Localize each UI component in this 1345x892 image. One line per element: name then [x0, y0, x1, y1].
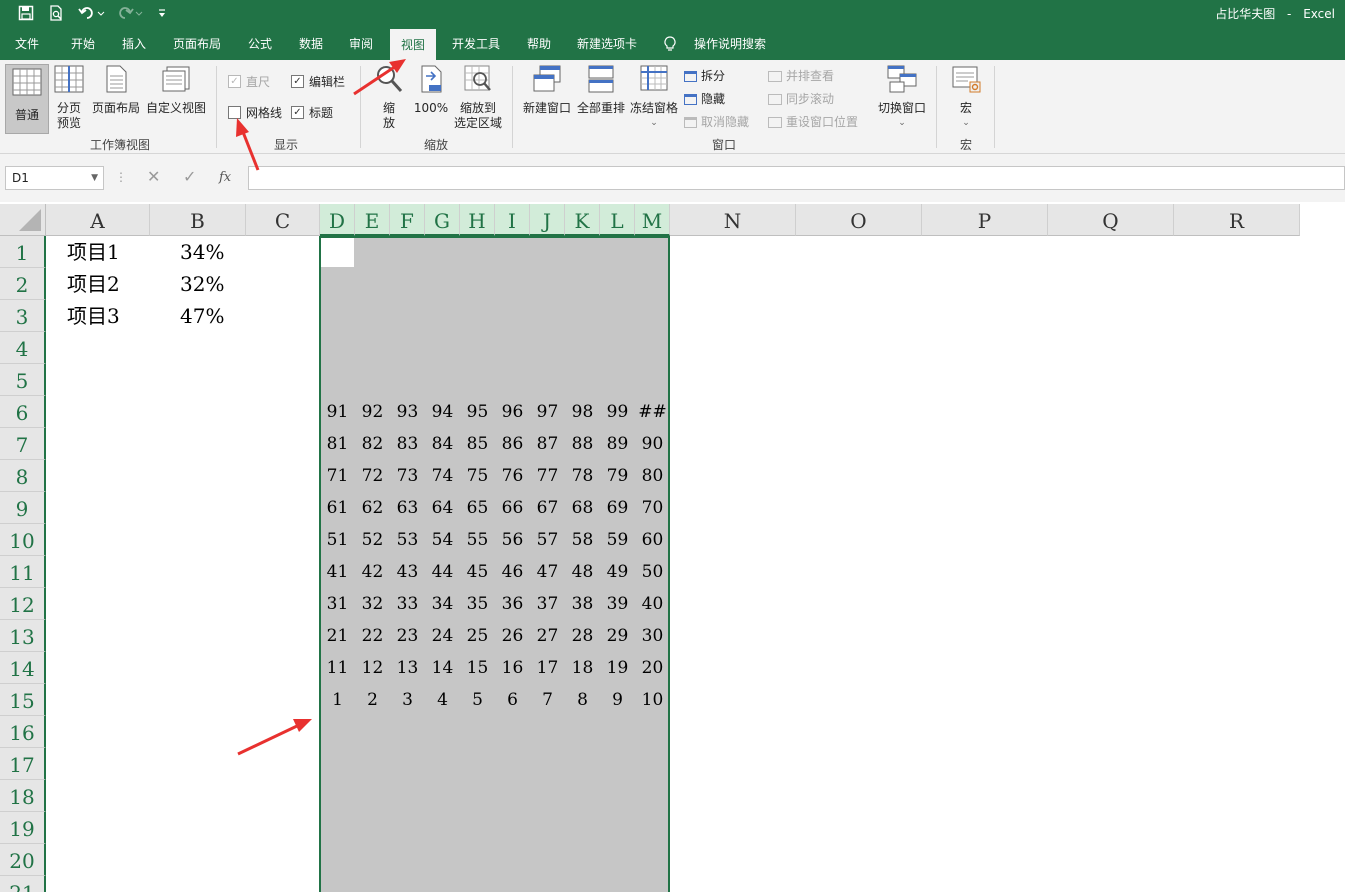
arrow-to-selection	[237, 719, 312, 756]
arrow-to-gridlines	[236, 118, 260, 171]
annotation-arrows	[236, 59, 406, 756]
arrow-to-view-tab	[353, 59, 406, 96]
